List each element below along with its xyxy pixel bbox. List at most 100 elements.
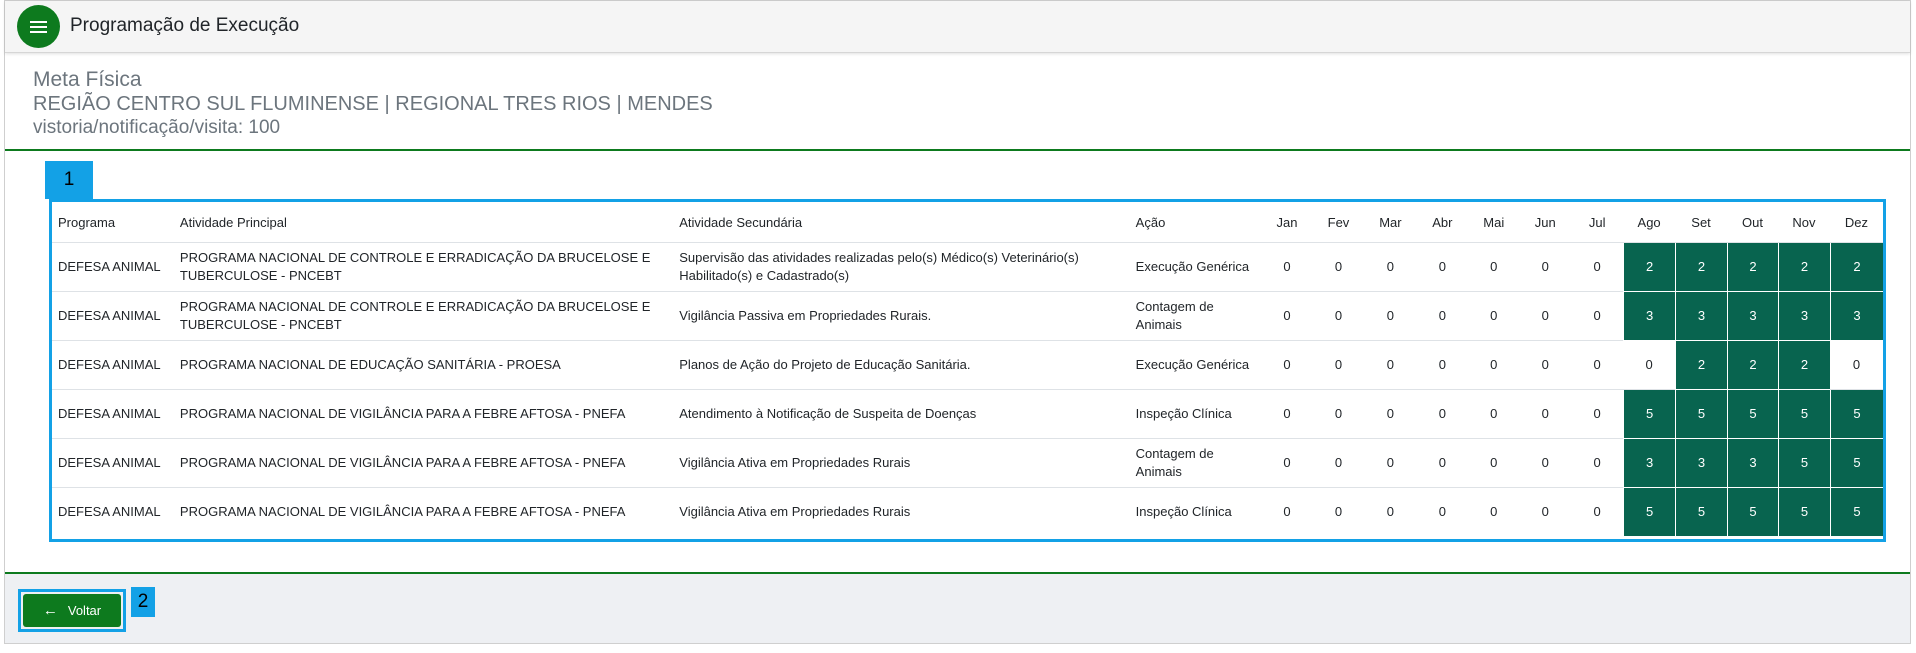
cell-month-value: 0 bbox=[1519, 390, 1572, 439]
cell-month-value: 2 bbox=[1777, 341, 1830, 390]
cell-month-value: 0 bbox=[1519, 243, 1572, 292]
cell-month-value: 0 bbox=[1571, 243, 1624, 292]
cell-month-value: 5 bbox=[1777, 488, 1830, 536]
cell-month-value: 0 bbox=[1519, 341, 1572, 390]
cell-month-value: 0 bbox=[1364, 292, 1417, 341]
cell-month-value: 0 bbox=[1334, 504, 1343, 519]
cell-programa: DEFESA ANIMAL bbox=[52, 439, 174, 488]
page-header: Meta Física REGIÃO CENTRO SUL FLUMINENSE… bbox=[33, 67, 713, 140]
schedule-table: Programa Atividade Principal Atividade S… bbox=[52, 202, 1883, 536]
top-bar: Programação de Execução bbox=[5, 1, 1910, 53]
cell-month-value: 0 bbox=[1468, 341, 1520, 390]
cell-month-value: 0 bbox=[1416, 439, 1469, 488]
column-header: Fev bbox=[1312, 202, 1365, 243]
cell-month-value: 2 bbox=[1727, 341, 1778, 390]
cell-month-value: 0 bbox=[1261, 292, 1313, 341]
cell-month-value: 5 bbox=[1829, 390, 1883, 439]
cell-month-value: 0 bbox=[1364, 439, 1417, 488]
cell-month-value: 5 bbox=[1829, 439, 1883, 488]
table-row: DEFESA ANIMAL PROGRAMA NACIONAL DE VIGILÂ… bbox=[52, 390, 1883, 439]
back-button-highlight: ← Voltar bbox=[18, 589, 126, 632]
cell-month-value: 0 bbox=[1261, 341, 1313, 390]
cell-month-value: 5 bbox=[1829, 488, 1883, 536]
cell-month-value: 0 bbox=[1312, 439, 1365, 488]
back-button[interactable]: ← Voltar bbox=[23, 594, 121, 627]
cell-month-value: 0 bbox=[1364, 390, 1417, 439]
cell-month-value: 0 bbox=[1261, 243, 1313, 292]
app-title: Programação de Execução bbox=[70, 15, 300, 36]
cell-acao: Execução Genérica bbox=[1129, 243, 1262, 292]
column-header: Atividade Secundária bbox=[673, 202, 1130, 243]
cell-month-value: 0 bbox=[1312, 390, 1365, 439]
cell-month-value: 0 bbox=[1386, 504, 1395, 519]
cell-month-value: 0 bbox=[1571, 439, 1624, 488]
cell-month-value: 3 bbox=[1727, 292, 1778, 341]
cell-atividade-principal: PROGRAMA NACIONAL DE CONTROLE E ERRADICA… bbox=[173, 292, 674, 341]
cell-month-value: 0 bbox=[1312, 292, 1365, 341]
callout-badge-table: 1 bbox=[45, 161, 93, 199]
cell-month-value: 3 bbox=[1675, 439, 1728, 488]
callout-badge-back: 2 bbox=[131, 587, 155, 617]
cell-programa: DEFESA ANIMAL bbox=[52, 341, 174, 390]
table-row: DEFESA ANIMAL PROGRAMA NACIONAL DE VIGILÂ… bbox=[52, 439, 1883, 488]
cell-month-value: 3 bbox=[1675, 292, 1728, 341]
cell-programa: DEFESA ANIMAL bbox=[52, 390, 174, 439]
cell-month-value: 5 bbox=[1777, 390, 1830, 439]
cell-atividade-secundaria: Atendimento à Notificação de Suspeita de… bbox=[673, 390, 1130, 439]
column-header: Ação bbox=[1129, 202, 1262, 243]
column-header: Set bbox=[1675, 202, 1728, 243]
cell-month-value: 0 bbox=[1364, 243, 1417, 292]
cell-atividade-secundaria: Planos de Ação do Projeto de Educação Sa… bbox=[673, 341, 1130, 390]
column-header: Jan bbox=[1261, 202, 1313, 243]
cell-month-value: 0 bbox=[1519, 292, 1572, 341]
table-header-row: Programa Atividade Principal Atividade S… bbox=[52, 202, 1883, 243]
cell-month-value: 2 bbox=[1777, 243, 1830, 292]
cell-atividade-principal: PROGRAMA NACIONAL DE CONTROLE E ERRADICA… bbox=[173, 243, 674, 292]
cell-month-value: 5 bbox=[1777, 439, 1830, 488]
cell-month-value: 0 bbox=[1416, 243, 1469, 292]
cell-month-value: 0 bbox=[1468, 439, 1520, 488]
cell-programa: DEFESA ANIMAL bbox=[52, 243, 174, 292]
header-divider bbox=[5, 149, 1910, 151]
cell-programa: DEFESA ANIMAL bbox=[58, 504, 161, 519]
cell-month-value: 3 bbox=[1623, 439, 1676, 488]
column-header: Atividade Principal bbox=[173, 202, 674, 243]
table-row: DEFESA ANIMAL PROGRAMA NACIONAL DE VIGILÂ… bbox=[52, 488, 1883, 536]
cell-month-value: 0 bbox=[1416, 292, 1469, 341]
cell-month-value: 0 bbox=[1468, 292, 1520, 341]
back-button-label: Voltar bbox=[67, 603, 102, 618]
cell-month-value: 0 bbox=[1623, 341, 1676, 390]
cell-month-value: 3 bbox=[1829, 292, 1883, 341]
cell-atividade-principal: PROGRAMA NACIONAL DE VIGILÂNCIA PARA A F… bbox=[179, 504, 626, 519]
cell-atividade-principal: PROGRAMA NACIONAL DE EDUCAÇÃO SANITÁRIA … bbox=[173, 341, 674, 390]
cell-month-value: 5 bbox=[1675, 488, 1728, 536]
cell-month-value: 0 bbox=[1829, 341, 1883, 390]
cell-month-value: 0 bbox=[1312, 243, 1365, 292]
table-row: DEFESA ANIMAL PROGRAMA NACIONAL DE CONTRO… bbox=[52, 292, 1883, 341]
cell-month-value: 0 bbox=[1593, 504, 1601, 519]
cell-atividade-principal: PROGRAMA NACIONAL DE VIGILÂNCIA PARA A F… bbox=[173, 390, 674, 439]
cell-programa: DEFESA ANIMAL bbox=[52, 292, 174, 341]
column-header: Ago bbox=[1623, 202, 1676, 243]
cell-month-value: 5 bbox=[1727, 488, 1778, 536]
cell-month-value: 5 bbox=[1675, 390, 1728, 439]
cell-month-value: 2 bbox=[1623, 243, 1676, 292]
cell-month-value: 0 bbox=[1261, 439, 1313, 488]
cell-month-value: 0 bbox=[1571, 390, 1624, 439]
page-frame: Programação de Execução Meta Física REGI… bbox=[4, 0, 1911, 644]
cell-acao: Execução Genérica bbox=[1129, 341, 1262, 390]
menu-button[interactable] bbox=[17, 5, 60, 48]
cell-month-value: 0 bbox=[1283, 504, 1291, 519]
column-header: Programa bbox=[52, 202, 174, 243]
cell-month-value: 2 bbox=[1727, 243, 1778, 292]
cell-month-value: 5 bbox=[1727, 390, 1778, 439]
cell-month-value: 0 bbox=[1571, 292, 1624, 341]
cell-month-value: 2 bbox=[1675, 341, 1728, 390]
column-header: Nov bbox=[1777, 202, 1830, 243]
column-header: Jun bbox=[1519, 202, 1572, 243]
cell-atividade-secundaria: Vigilância Ativa em Propriedades Rurais bbox=[673, 439, 1130, 488]
cell-month-value: 0 bbox=[1416, 390, 1469, 439]
cell-atividade-secundaria: Vigilância Ativa em Propriedades Rurais bbox=[679, 504, 911, 519]
cell-atividade-secundaria: Vigilância Passiva em Propriedades Rurai… bbox=[673, 292, 1130, 341]
cell-month-value: 0 bbox=[1364, 341, 1417, 390]
